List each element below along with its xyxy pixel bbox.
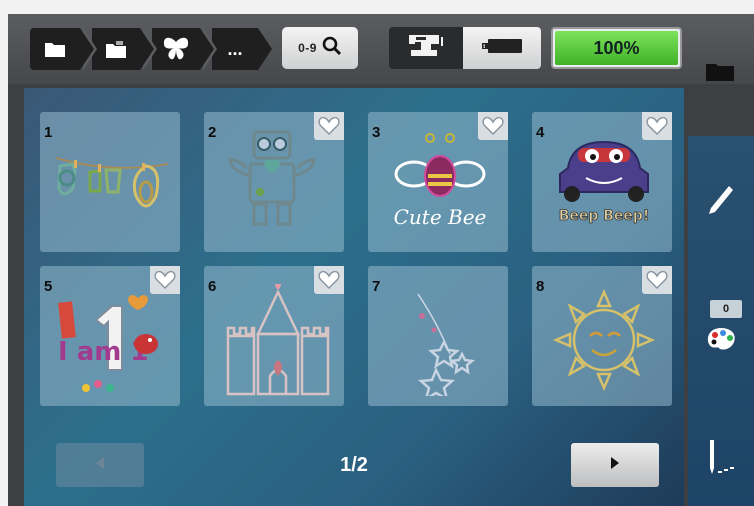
design-tile[interactable]: 3 Cute Bee: [368, 112, 508, 252]
stars-design: [378, 284, 502, 402]
color-palette-button[interactable]: [688, 326, 754, 357]
breadcrumb-more-label: ...: [227, 38, 243, 59]
page-indicator: 1/2: [340, 454, 368, 476]
breadcrumb-butterfly-category[interactable]: [152, 28, 217, 70]
cute-bee-design: Cute Bee: [378, 130, 502, 247]
machine-screen: ... 0-9 100% 1 2 3 Cute Bee 4 Beep Beep!…: [8, 14, 754, 506]
usb-drive-icon: [482, 37, 522, 60]
needle-stitch-icon: [704, 438, 738, 483]
magnifier-icon: [322, 36, 342, 61]
beep-car-design: Beep Beep!: [542, 130, 666, 247]
castle-design: [214, 282, 338, 401]
design-tile[interactable]: 5 I am 1: [40, 266, 180, 406]
palette-icon: [705, 326, 737, 357]
numeric-search-button[interactable]: 0-9: [282, 27, 358, 69]
breadcrumb-more[interactable]: ...: [212, 28, 272, 70]
right-arrow-icon: [609, 456, 621, 475]
memory-usage-label: 100%: [593, 37, 640, 58]
folder-icon[interactable]: [705, 60, 735, 87]
breadcrumb-folder-open[interactable]: [92, 28, 157, 70]
top-toolbar: ... 0-9 100%: [8, 14, 754, 84]
butterfly-icon: [161, 36, 191, 62]
sun-design: [542, 284, 666, 401]
search-range-label: 0-9: [298, 41, 317, 55]
baby-clothes-line-design: [50, 130, 174, 247]
breadcrumb-home-folder[interactable]: [30, 28, 97, 70]
sewing-machine-icon: [407, 33, 445, 64]
design-tile[interactable]: 8: [532, 266, 672, 406]
left-arrow-icon: [94, 456, 106, 475]
folder-icon: [44, 40, 66, 58]
storage-selector: [389, 27, 541, 69]
cute-bee-art-text: Cute Bee: [394, 205, 487, 229]
pencil-icon: [707, 184, 735, 223]
beep-car-art-text: Beep Beep!: [559, 208, 650, 224]
i-am-1-design: I am 1: [50, 284, 174, 401]
right-sidebar: [688, 136, 754, 506]
folder-open-icon: [104, 39, 128, 59]
usb-memory-button[interactable]: [463, 27, 541, 69]
design-tile[interactable]: 4 Beep Beep!: [532, 112, 672, 252]
previous-page-button[interactable]: [56, 443, 144, 487]
design-grid-panel: 1 2 3 Cute Bee 4 Beep Beep! 5 I am 1 6 7…: [24, 88, 684, 506]
memory-usage-indicator: 100%: [551, 27, 682, 69]
design-tile[interactable]: 7: [368, 266, 508, 406]
stitch-button[interactable]: [688, 438, 754, 483]
design-tile[interactable]: 1: [40, 112, 180, 252]
edit-button[interactable]: [688, 184, 754, 223]
machine-memory-button[interactable]: [389, 27, 463, 69]
design-tile[interactable]: 6: [204, 266, 344, 406]
robot-design: [214, 130, 338, 247]
design-tile[interactable]: 2: [204, 112, 344, 252]
next-page-button[interactable]: [571, 443, 659, 487]
color-count-badge: 0: [710, 300, 742, 318]
